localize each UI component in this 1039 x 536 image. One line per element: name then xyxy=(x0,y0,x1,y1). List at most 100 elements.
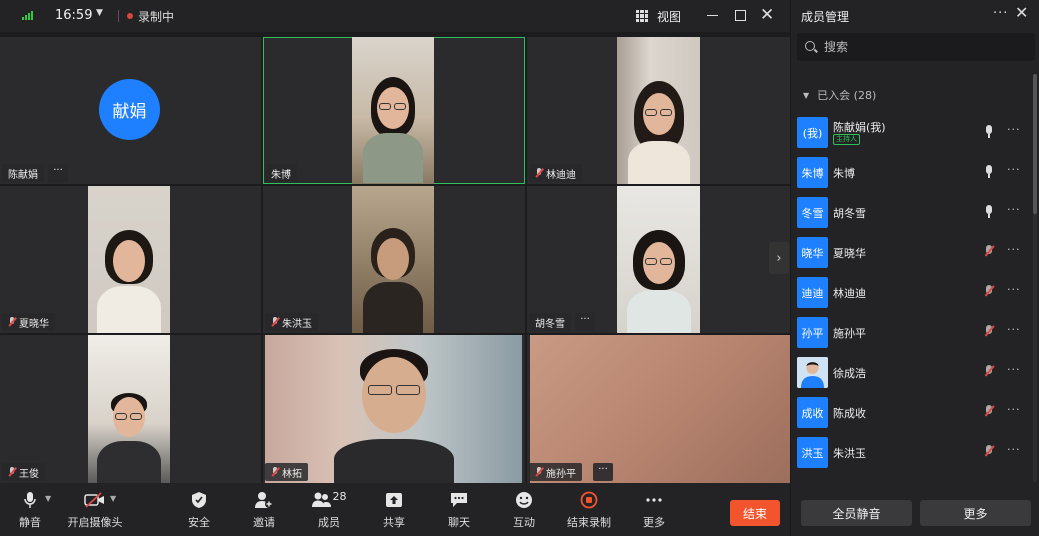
members-label: 成员 xyxy=(318,516,340,529)
member-more-button[interactable]: ··· xyxy=(1007,363,1021,376)
participant-name: 朱洪玉 xyxy=(265,313,318,331)
member-item[interactable]: (我) 陈献娟(我) 主持人 ··· xyxy=(791,117,1031,151)
microphone-muted-icon[interactable] xyxy=(984,325,994,339)
member-more-button[interactable]: ··· xyxy=(1007,123,1021,136)
video-tile[interactable]: 朱洪玉 xyxy=(263,186,525,333)
participant-name-label: 林迪迪 xyxy=(546,169,576,181)
video-tile[interactable]: 林拓 xyxy=(263,335,525,483)
close-panel-button[interactable]: ✕ xyxy=(1015,3,1028,22)
avatar: 冬雪 xyxy=(797,197,828,228)
panel-more-button[interactable]: ··· xyxy=(993,6,1008,21)
security-button[interactable]: 安全 xyxy=(169,489,229,530)
microphone-icon[interactable] xyxy=(984,125,994,139)
joined-count-label: 已入会 (28) xyxy=(817,89,877,102)
microphone-muted-icon[interactable] xyxy=(984,365,994,379)
divider xyxy=(118,10,119,22)
video-tile[interactable]: 胡冬雪 ··· › xyxy=(527,186,790,333)
mic-muted-icon xyxy=(8,467,16,477)
share-label: 共享 xyxy=(383,516,405,529)
mic-muted-icon xyxy=(535,168,543,178)
participant-name-label: 朱洪玉 xyxy=(282,318,312,330)
shield-icon xyxy=(169,489,229,511)
camera-label: 开启摄像头 xyxy=(67,516,123,529)
member-item[interactable]: 孙平 施孙平 ··· xyxy=(791,317,1031,351)
video-tile-active-speaker[interactable]: 朱博 xyxy=(263,37,525,184)
minimize-button[interactable] xyxy=(707,15,718,16)
signal-icon xyxy=(22,11,33,20)
video-feed xyxy=(88,186,170,333)
member-search[interactable] xyxy=(797,33,1035,61)
member-more-button[interactable]: ··· xyxy=(1007,403,1021,416)
close-window-button[interactable]: ✕ xyxy=(760,5,774,25)
participant-name-label: 夏晓华 xyxy=(19,318,49,330)
more-options-button[interactable]: ··· xyxy=(48,164,68,182)
member-item[interactable]: 冬雪 胡冬雪 ··· xyxy=(791,197,1031,231)
participant-name: 陈献娟 xyxy=(2,164,44,182)
top-bar: 16:59 ▼ 录制中 视图 ✕ xyxy=(0,0,790,32)
participant-name: 施孙平 xyxy=(529,463,582,481)
joined-group-header[interactable]: ▼ 已入会 (28) xyxy=(803,87,876,103)
more-button[interactable]: 更多 xyxy=(624,489,684,530)
video-tile[interactable]: 施孙平 ··· xyxy=(527,335,790,483)
video-feed xyxy=(617,37,700,184)
participant-name-label: 朱博 xyxy=(271,169,291,181)
invite-button[interactable]: 邀请 xyxy=(234,489,294,530)
video-tile[interactable]: 王俊 xyxy=(0,335,261,483)
member-more-button[interactable]: ··· xyxy=(1007,163,1021,176)
view-button[interactable]: 视图 xyxy=(657,8,681,25)
microphone-muted-icon[interactable] xyxy=(984,245,994,259)
mute-all-button[interactable]: 全员静音 xyxy=(801,500,912,526)
member-item[interactable]: 徐成浩 ··· xyxy=(791,357,1031,391)
video-feed xyxy=(88,335,170,483)
next-page-button[interactable]: › xyxy=(769,242,789,274)
video-tile[interactable]: 夏晓华 xyxy=(0,186,261,333)
member-list-scrollbar[interactable] xyxy=(1033,74,1037,482)
video-feed xyxy=(265,335,522,483)
grid-view-icon[interactable] xyxy=(636,10,648,22)
more-options-button[interactable]: ··· xyxy=(575,313,595,331)
member-more-button[interactable]: ··· xyxy=(1007,323,1021,336)
member-item[interactable]: 迪迪 林迪迪 ··· xyxy=(791,277,1031,311)
video-tile[interactable]: 献娟 陈献娟 ··· xyxy=(0,37,261,184)
microphone-icon[interactable] xyxy=(984,205,994,219)
member-item[interactable]: 成收 陈成收 ··· xyxy=(791,397,1031,431)
security-label: 安全 xyxy=(188,516,210,529)
member-more-button[interactable]: ··· xyxy=(1007,443,1021,456)
microphone-icon[interactable] xyxy=(984,165,994,179)
participant-name: 王俊 xyxy=(2,463,45,481)
maximize-button[interactable] xyxy=(735,10,746,21)
chat-button[interactable]: 聊天 xyxy=(429,489,489,530)
share-button[interactable]: 共享 xyxy=(364,489,424,530)
member-item[interactable]: 洪玉 朱洪玉 ··· xyxy=(791,437,1031,471)
host-badge: 主持人 xyxy=(833,134,860,145)
chat-icon xyxy=(429,489,489,511)
chevron-down-icon[interactable]: ▼ xyxy=(110,494,116,503)
search-input[interactable] xyxy=(824,40,1014,54)
microphone-muted-icon[interactable] xyxy=(984,285,994,299)
member-more-button[interactable]: ··· xyxy=(1007,243,1021,256)
member-more-button[interactable]: ··· xyxy=(1007,283,1021,296)
panel-title: 成员管理 xyxy=(801,10,850,24)
members-panel: 成员管理 ··· ✕ ▼ 已入会 (28) (我) 陈献娟(我) 主持人 ···… xyxy=(790,0,1039,536)
mute-label: 静音 xyxy=(19,516,41,529)
video-grid: 献娟 陈献娟 ··· 朱博 林迪迪 夏晓华 朱洪玉 胡冬雪 ··· › 王俊 林… xyxy=(0,37,790,483)
avatar: 朱博 xyxy=(797,157,828,188)
more-options-button[interactable]: ··· xyxy=(593,463,613,481)
microphone-muted-icon[interactable] xyxy=(984,445,994,459)
end-meeting-button[interactable]: 结束 xyxy=(730,500,780,526)
interact-button[interactable]: 互动 xyxy=(494,489,554,530)
member-item[interactable]: 晓华 夏晓华 ··· xyxy=(791,237,1031,271)
participant-name-label: 胡冬雪 xyxy=(535,318,565,330)
recording-status: 录制中 xyxy=(138,10,175,24)
video-tile[interactable]: 林迪迪 xyxy=(527,37,790,184)
stop-recording-button[interactable]: 结束录制 xyxy=(559,489,619,530)
members-button[interactable]: 28 成员 xyxy=(299,489,359,530)
interact-label: 互动 xyxy=(513,516,535,529)
avatar-photo xyxy=(797,357,828,388)
chevron-down-icon[interactable]: ▼ xyxy=(45,494,51,503)
chevron-down-icon[interactable]: ▼ xyxy=(96,8,103,18)
member-more-button[interactable]: ··· xyxy=(1007,203,1021,216)
microphone-muted-icon[interactable] xyxy=(984,405,994,419)
panel-more-options-button[interactable]: 更多 xyxy=(920,500,1031,526)
member-item[interactable]: 朱博 朱博 ··· xyxy=(791,157,1031,191)
